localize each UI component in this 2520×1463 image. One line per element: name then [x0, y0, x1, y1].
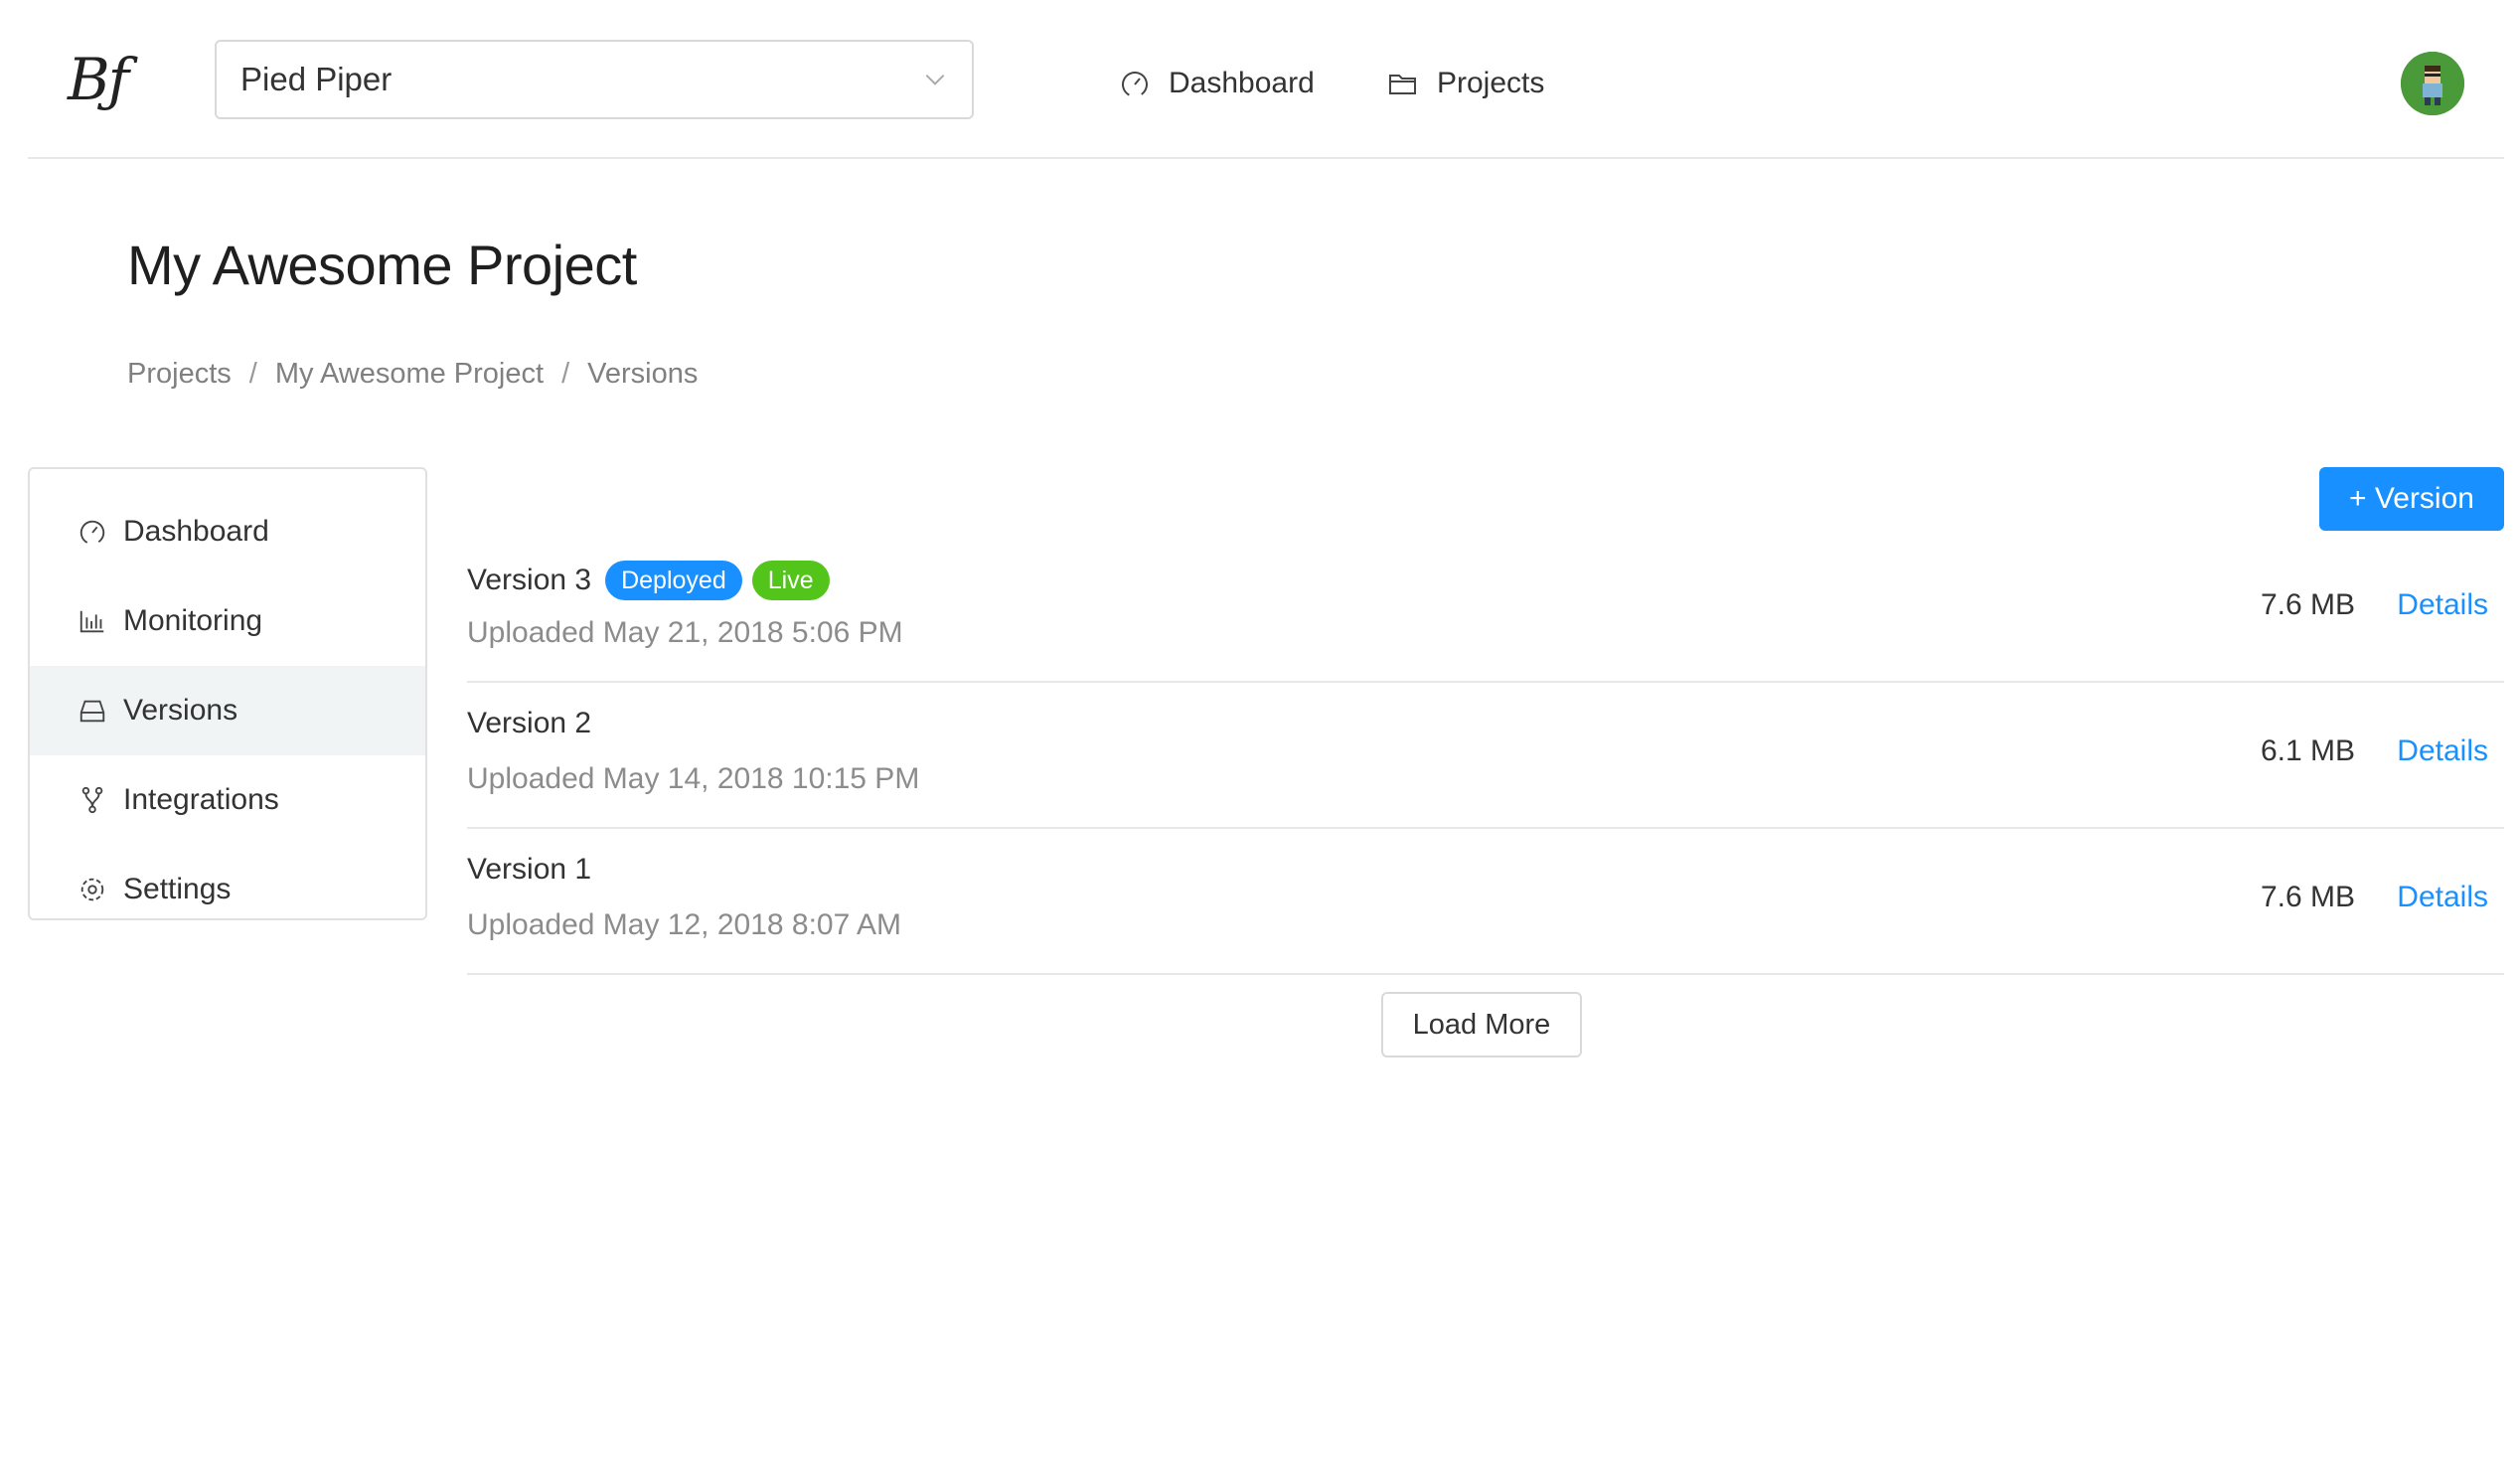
list-item: Version 3 Deployed Live Uploaded May 21,… [467, 537, 2504, 683]
gear-icon [80, 878, 104, 901]
user-avatar[interactable] [2401, 52, 2464, 115]
sidebar-item-label: Integrations [123, 783, 279, 816]
upload-date: Uploaded May 21, 2018 5:06 PM [467, 616, 903, 649]
bar-chart-icon [79, 610, 104, 633]
sidebar-item-label: Settings [123, 873, 232, 905]
topnav-projects[interactable]: Projects [1387, 62, 1544, 105]
sidebar-item-label: Dashboard [123, 515, 269, 548]
list-item: Version 2 Uploaded May 14, 2018 10:15 PM… [467, 683, 2504, 829]
breadcrumb: Projects / My Awesome Project / Versions [127, 358, 698, 391]
version-name: Version 2 [467, 707, 592, 739]
avatar-pixel-icon [2401, 52, 2464, 115]
upload-date: Uploaded May 12, 2018 8:07 AM [467, 908, 901, 941]
organization-select[interactable]: Pied Piper [215, 40, 974, 119]
inbox-icon [79, 700, 105, 723]
list-item: Version 1 Uploaded May 12, 2018 8:07 AM … [467, 829, 2504, 975]
sidebar-item-label: Versions [123, 694, 238, 727]
sidebar-item-settings[interactable]: Settings [30, 845, 425, 918]
organization-select-value: Pied Piper [240, 61, 393, 97]
file-size: 6.1 MB [2260, 734, 2355, 767]
details-link[interactable]: Details [2397, 734, 2488, 768]
page-title: My Awesome Project [127, 234, 637, 296]
upload-date: Uploaded May 14, 2018 10:15 PM [467, 762, 920, 795]
app-logo[interactable]: Bƒ [68, 46, 129, 113]
version-name-line: Version 3 Deployed Live [467, 561, 830, 600]
breadcrumb-project[interactable]: My Awesome Project [275, 358, 544, 391]
details-link[interactable]: Details [2397, 588, 2488, 622]
dashboard-icon [1122, 72, 1148, 97]
side-menu: Dashboard Monitoring Versions Integratio… [28, 467, 427, 920]
version-name: Version 1 [467, 853, 592, 886]
chevron-down-icon [925, 74, 945, 85]
version-name: Version 3 [467, 564, 592, 596]
sidebar-item-dashboard[interactable]: Dashboard [30, 487, 425, 576]
deployed-badge: Deployed [605, 561, 742, 600]
details-link[interactable]: Details [2397, 881, 2488, 914]
load-more-button[interactable]: Load More [1381, 992, 1582, 1057]
add-version-button[interactable]: + Version [2319, 467, 2504, 531]
version-name-line: Version 2 [467, 707, 595, 740]
file-size: 7.6 MB [2260, 588, 2355, 621]
sidebar-item-integrations[interactable]: Integrations [30, 755, 425, 845]
topnav-projects-label: Projects [1437, 67, 1545, 99]
file-size: 7.6 MB [2260, 881, 2355, 913]
page: Bƒ Pied Piper Dashboard Projects My Awes… [0, 0, 2520, 1463]
breadcrumb-projects[interactable]: Projects [127, 358, 232, 391]
dashboard-icon [79, 520, 105, 546]
sidebar-item-label: Monitoring [123, 604, 263, 637]
breadcrumb-current: Versions [587, 358, 699, 390]
top-header: Bƒ Pied Piper Dashboard Projects [28, 0, 2504, 159]
fork-icon [81, 786, 103, 814]
breadcrumb-separator: / [561, 358, 570, 390]
folder-icon [1389, 75, 1416, 94]
sidebar-item-versions[interactable]: Versions [30, 666, 425, 755]
sidebar-item-monitoring[interactable]: Monitoring [30, 576, 425, 666]
live-badge: Live [751, 561, 830, 600]
version-name-line: Version 1 [467, 853, 595, 887]
versions-list: Version 3 Deployed Live Uploaded May 21,… [467, 537, 2504, 975]
breadcrumb-separator: / [248, 358, 257, 390]
topnav-dashboard-label: Dashboard [1169, 67, 1315, 99]
topnav-dashboard[interactable]: Dashboard [1119, 62, 1315, 105]
